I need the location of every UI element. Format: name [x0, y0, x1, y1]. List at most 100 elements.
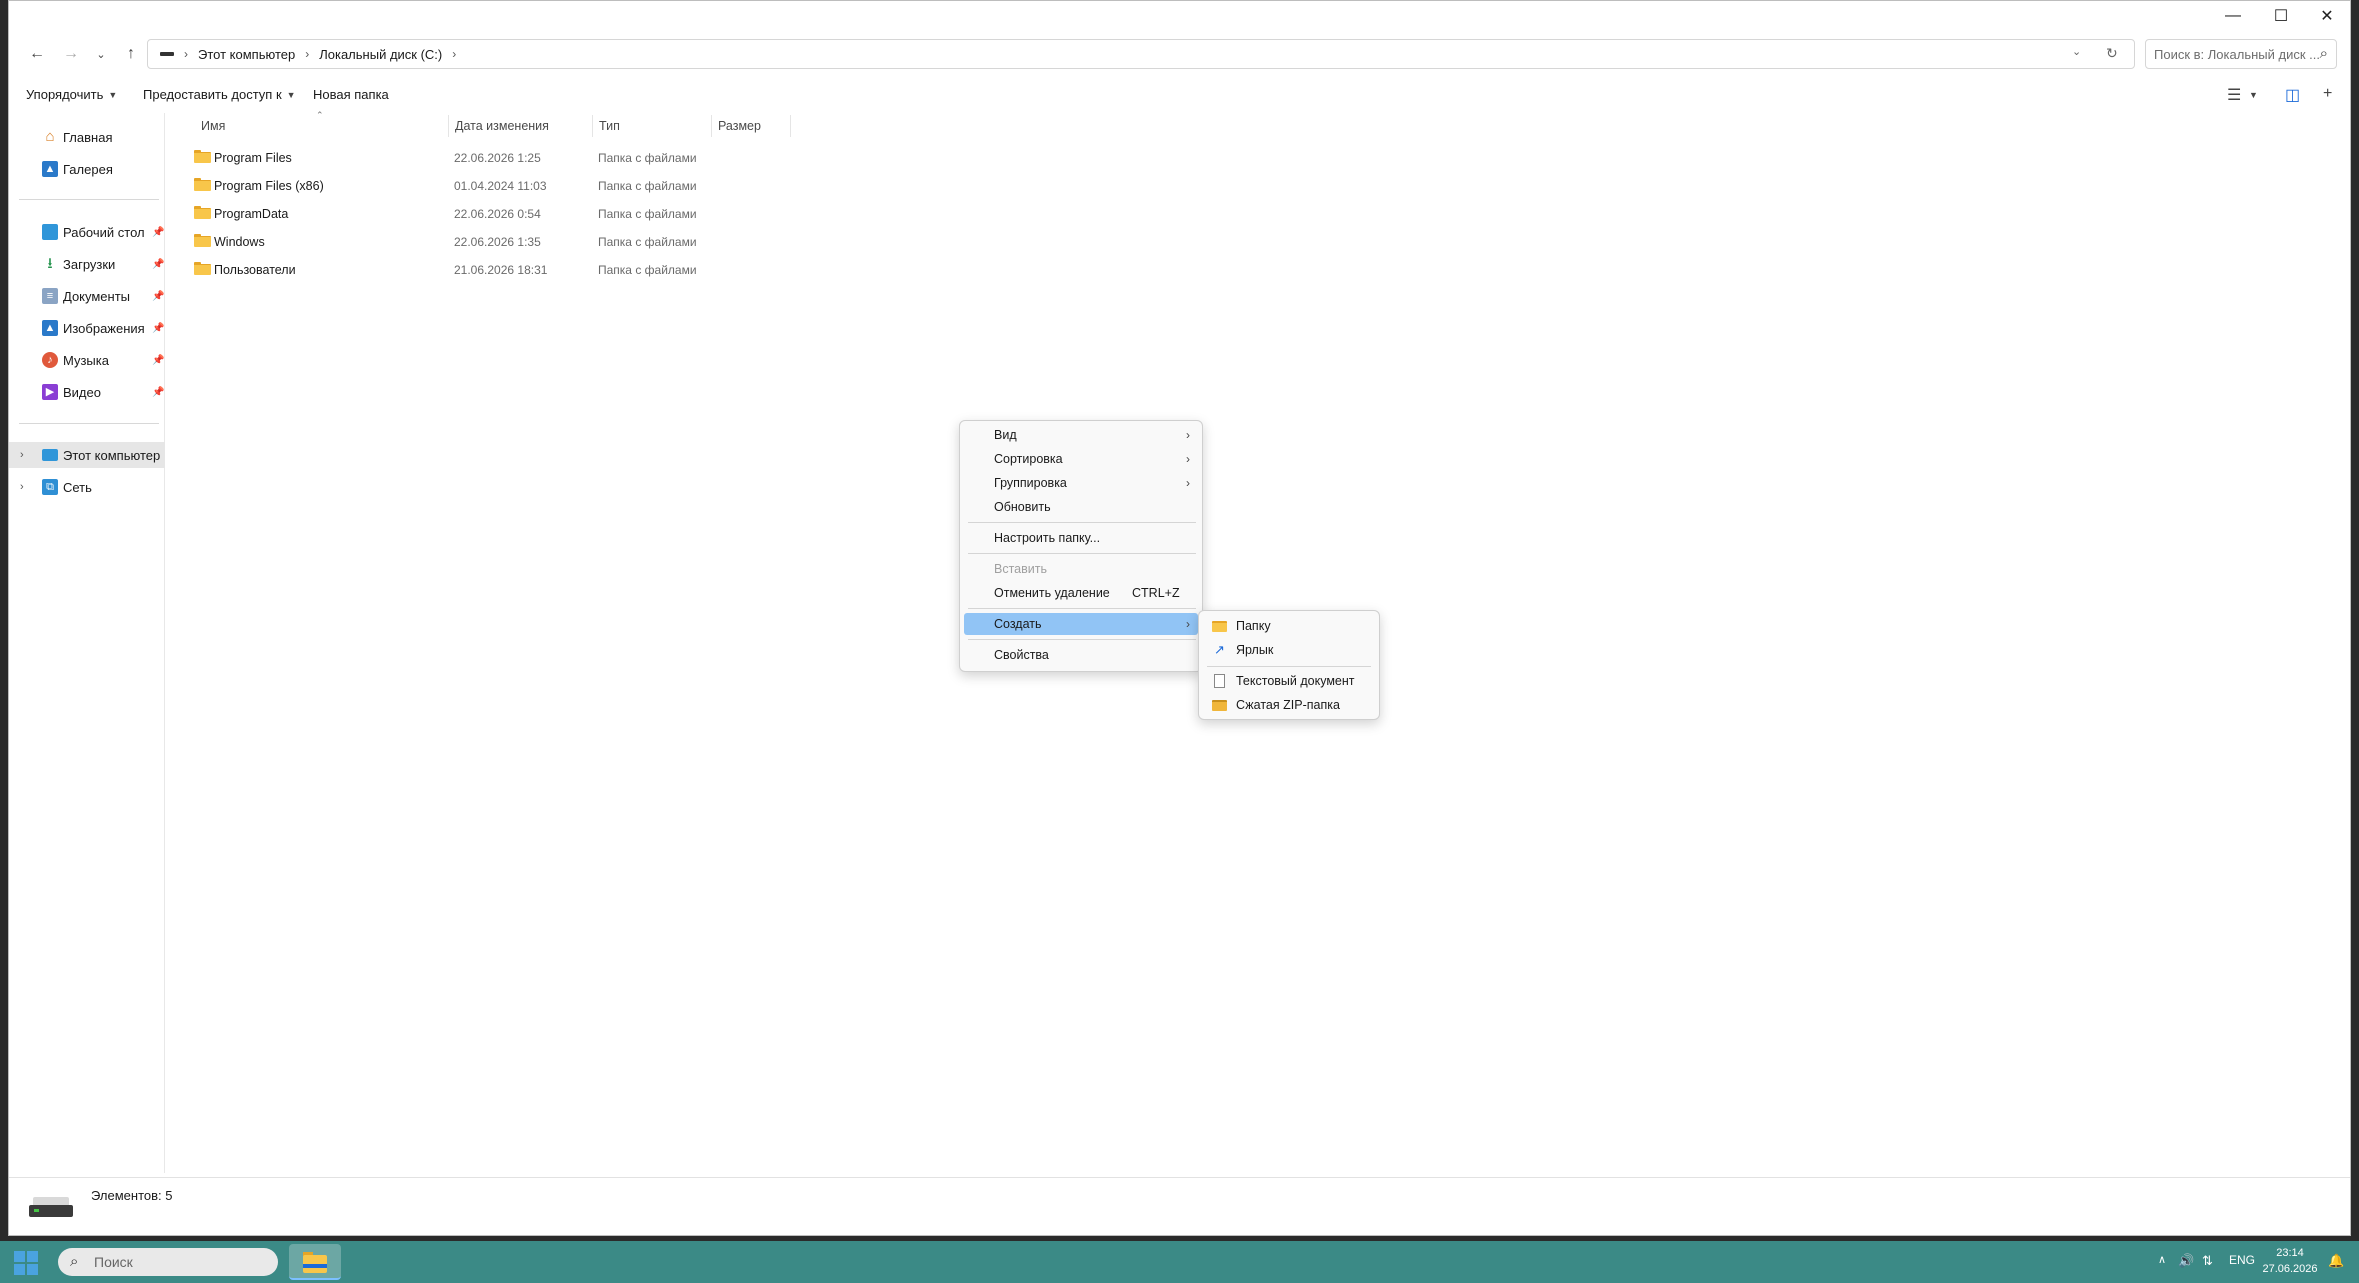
address-bar[interactable]: › Этот компьютер › Локальный диск (C:) ›… — [147, 39, 2135, 69]
menu-item-sort[interactable]: Сортировка › — [964, 448, 1198, 470]
chevron-right-icon: › — [305, 47, 310, 61]
column-header-type[interactable]: Тип — [593, 115, 712, 137]
language-indicator[interactable]: ENG — [2229, 1253, 2255, 1267]
address-row: ← → ⌄ ↑ › Этот компьютер › Локальный дис… — [9, 35, 2350, 73]
sidebar-item-label: Главная — [63, 129, 113, 145]
column-header-date[interactable]: Дата изменения — [449, 115, 593, 137]
title-bar: — ☐ ✕ — [9, 1, 2350, 31]
start-button[interactable] — [14, 1251, 38, 1275]
address-history-chevron-icon[interactable]: ⌄ — [2072, 45, 2081, 58]
volume-icon[interactable]: 🔊 — [2178, 1253, 2194, 1269]
chevron-right-icon: › — [1186, 476, 1190, 490]
close-button[interactable]: ✕ — [2304, 1, 2350, 31]
menu-item-group[interactable]: Группировка › — [964, 472, 1198, 494]
sidebar-item-music[interactable]: ♪ Музыка 📌 — [9, 347, 165, 373]
file-row[interactable]: ProgramData 22.06.2026 0:54 Папка с файл… — [181, 201, 701, 227]
up-button[interactable]: ↑ — [118, 41, 144, 67]
notifications-bell-icon[interactable]: 🔔 — [2328, 1253, 2344, 1269]
pin-icon[interactable]: 📌 — [152, 291, 164, 302]
network-status-icon[interactable]: ⇅ — [2202, 1253, 2213, 1269]
search-icon: ⌕ — [70, 1253, 79, 1270]
sidebar-item-label: Галерея — [63, 161, 113, 177]
menu-item-new[interactable]: Создать › — [964, 613, 1198, 635]
file-date: 01.04.2024 11:03 — [454, 179, 547, 193]
pin-icon[interactable]: 📌 — [152, 323, 164, 334]
submenu-item-label: Текстовый документ — [1236, 674, 1355, 688]
submenu-item-label: Папку — [1236, 619, 1271, 633]
arrow-left-icon: ← — [29, 45, 45, 62]
context-menu: Вид › Сортировка › Группировка › Обновит… — [959, 420, 1203, 672]
back-button[interactable]: ← — [24, 41, 50, 67]
pin-icon[interactable]: 📌 — [152, 355, 164, 366]
menu-item-refresh[interactable]: Обновить — [964, 496, 1198, 518]
home-icon: ⌂ — [45, 128, 55, 145]
menu-item-customize-folder[interactable]: Настроить папку... — [964, 527, 1198, 549]
menu-item-label: Группировка — [994, 476, 1067, 490]
view-options-icon[interactable]: ☰ — [2227, 85, 2241, 105]
sidebar-item-desktop[interactable]: Рабочий стол 📌 — [9, 219, 165, 245]
sidebar-item-gallery[interactable]: ▲ Галерея — [9, 156, 165, 182]
tray-overflow-chevron-icon[interactable]: ∧ — [2158, 1253, 2166, 1266]
folder-icon — [194, 178, 211, 191]
chevron-right-icon[interactable]: › — [20, 449, 24, 461]
minimize-button[interactable]: — — [2210, 1, 2256, 31]
chevron-down-icon[interactable]: ▼ — [2249, 90, 2258, 100]
pin-icon[interactable]: 📌 — [152, 227, 164, 238]
taskbar-file-explorer[interactable] — [289, 1244, 341, 1280]
chevron-right-icon: › — [452, 47, 457, 61]
breadcrumb-this-pc[interactable]: Этот компьютер — [198, 47, 295, 62]
column-type-label: Тип — [599, 119, 620, 133]
submenu-item-shortcut[interactable]: ↗ Ярлык — [1203, 639, 1377, 661]
search-placeholder: Поиск в: Локальный диск ... — [2154, 46, 2320, 62]
organize-button[interactable]: Упорядочить ▼ — [26, 87, 117, 102]
recent-locations-button[interactable]: ⌄ — [88, 41, 114, 67]
chevron-right-icon[interactable]: › — [20, 481, 24, 493]
sidebar-item-pictures[interactable]: ▲ Изображения 📌 — [9, 315, 165, 341]
menu-item-view[interactable]: Вид › — [964, 424, 1198, 446]
arrow-up-icon: ↑ — [127, 45, 135, 62]
share-button[interactable]: Предоставить доступ к ▼ — [143, 87, 296, 102]
details-pane-icon[interactable]: ◫ — [2285, 85, 2300, 105]
maximize-button[interactable]: ☐ — [2258, 1, 2304, 31]
pin-icon[interactable]: 📌 — [152, 259, 164, 270]
menu-item-undo-delete[interactable]: Отменить удаление CTRL+Z — [964, 582, 1198, 604]
pin-icon[interactable]: 📌 — [152, 387, 164, 398]
sidebar-item-downloads[interactable]: ⭳ Загрузки 📌 — [9, 251, 165, 277]
menu-item-shortcut: CTRL+Z — [1132, 586, 1180, 600]
submenu-item-label: Сжатая ZIP-папка — [1236, 698, 1340, 712]
folder-icon — [194, 150, 211, 163]
sidebar-item-documents[interactable]: ≡ Документы 📌 — [9, 283, 165, 309]
submenu-item-text-document[interactable]: Текстовый документ — [1203, 670, 1377, 692]
taskbar-search[interactable]: ⌕ Поиск — [58, 1248, 278, 1276]
file-row[interactable]: Program Files (x86) 01.04.2024 11:03 Пап… — [181, 173, 701, 199]
new-folder-label: Новая папка — [313, 87, 389, 102]
submenu-item-zip[interactable]: Сжатая ZIP-папка — [1203, 694, 1377, 716]
column-header-size[interactable]: Размер — [712, 115, 791, 137]
breadcrumb-local-disk[interactable]: Локальный диск (C:) — [319, 47, 442, 62]
network-icon: ⧉ — [42, 479, 58, 495]
chevron-right-icon: › — [1186, 428, 1190, 442]
column-name-label: Имя — [201, 119, 226, 133]
taskbar-clock[interactable]: 23:14 27.06.2026 — [2262, 1245, 2318, 1277]
refresh-icon[interactable]: ↻ — [2106, 45, 2118, 62]
search-input[interactable]: Поиск в: Локальный диск ... ⌕ — [2145, 39, 2337, 69]
sidebar-divider — [19, 423, 159, 424]
file-row[interactable]: Пользователи 21.06.2026 18:31 Папка с фа… — [181, 257, 701, 283]
sort-ascending-icon: ⌃ — [316, 110, 324, 120]
submenu-item-folder[interactable]: Папку — [1203, 615, 1377, 637]
sidebar-item-videos[interactable]: ▶ Видео 📌 — [9, 379, 165, 405]
menu-item-properties[interactable]: Свойства — [964, 644, 1198, 666]
menu-item-paste[interactable]: Вставить — [964, 558, 1198, 580]
forward-button[interactable]: → — [58, 41, 84, 67]
chevron-down-icon: ▼ — [286, 89, 296, 100]
this-pc-icon — [42, 449, 58, 461]
file-row[interactable]: Windows 22.06.2026 1:35 Папка с файлами — [181, 229, 701, 255]
file-row[interactable]: Program Files 22.06.2026 1:25 Папка с фа… — [181, 145, 701, 171]
sidebar-item-home[interactable]: ⌂ Главная — [9, 124, 165, 150]
sidebar-item-label: Сеть — [63, 479, 92, 495]
sidebar-item-this-pc[interactable]: › Этот компьютер — [9, 442, 165, 468]
new-folder-button[interactable]: Новая папка — [313, 87, 389, 102]
sidebar-item-network[interactable]: › ⧉ Сеть — [9, 474, 165, 500]
search-icon: ⌕ — [2319, 45, 2328, 62]
add-icon[interactable]: + — [2323, 85, 2332, 103]
